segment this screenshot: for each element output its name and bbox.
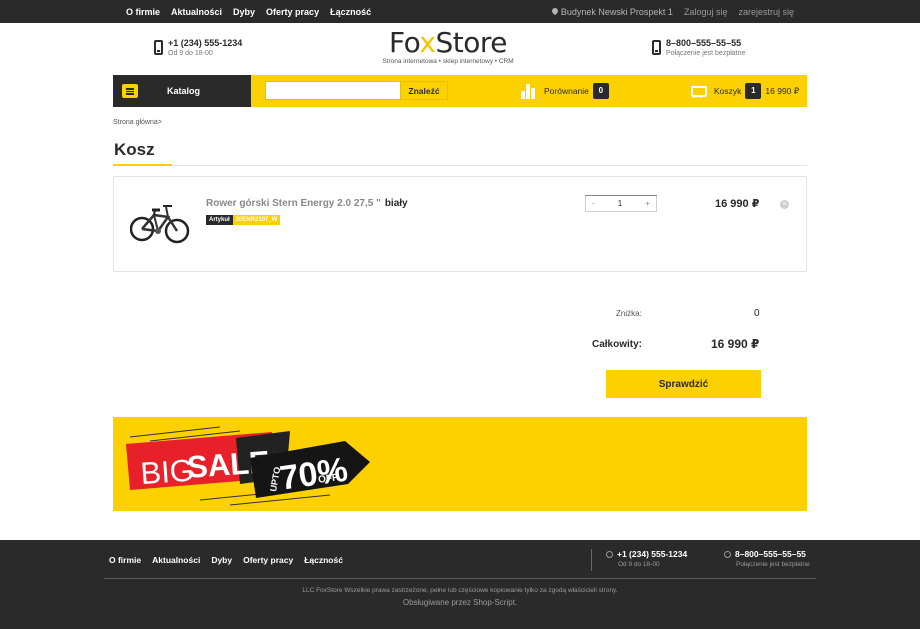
cart-total: 16 990 ₽ <box>765 85 800 96</box>
sku-value: 20ENR2107_W <box>232 215 281 225</box>
top-nav-oferty-pracy[interactable]: Oferty pracy <box>266 7 319 17</box>
site-logo[interactable]: FoxStore Strona internetowa • sklep inte… <box>370 28 526 66</box>
footer-nav-o-firmie[interactable]: O firmie <box>109 555 141 565</box>
banner-percent-text: 70% <box>277 451 350 498</box>
copyright-text: LLC FoxStore Wszelkie prawa zastrzeżone,… <box>302 587 618 594</box>
quantity-increase-button[interactable]: + <box>645 199 650 208</box>
product-name: Rower górski Stern Energy 2.0 27,5 " <box>206 198 381 209</box>
footer-hotline-number[interactable]: 8–800–555–55–55 <box>735 549 806 559</box>
compare-count-badge: 0 <box>592 83 609 99</box>
cart-link[interactable]: Koszyk 1 16 990 ₽ <box>688 75 799 107</box>
title-divider <box>113 165 807 166</box>
sku-label: Artykuł <box>206 215 233 225</box>
remove-item-icon[interactable]: × <box>780 200 789 209</box>
search-input[interactable] <box>265 81 401 100</box>
cart-label: Koszyk <box>714 86 742 96</box>
page-title: Kosz <box>114 140 155 159</box>
header-phone-hours: Od 9 do 18-00 <box>168 50 213 57</box>
product-sku: Artykuł 20ENR2107_W <box>206 215 281 225</box>
discount-value: 0 <box>754 308 760 319</box>
item-price: 16 990 ₽ <box>715 198 760 210</box>
product-name-link[interactable]: Rower górski Stern Energy 2.0 27,5 " biał… <box>206 198 408 209</box>
quantity-stepper: - 1 + <box>585 195 657 212</box>
logo-part-fo: Fo <box>389 26 420 59</box>
top-nav-o-firmie[interactable]: O firmie <box>126 7 160 17</box>
top-nav-lacznosc[interactable]: Łączność <box>330 7 371 17</box>
phone-handset-icon <box>724 550 731 558</box>
logo-tagline: Strona internetowa • sklep internetowy •… <box>382 58 514 65</box>
footer-phone-1: +1 (234) 555-1234 Od 9 do 18-00 <box>606 549 687 568</box>
header-phone-right: 8–800–555–55–55 Połączenie jest bezpłatn… <box>652 38 745 58</box>
top-nav-aktualnosci[interactable]: Aktualności <box>171 7 222 17</box>
top-right: Budynek Newski Prospekt 1 Zaloguj się za… <box>552 0 794 23</box>
footer-hotline-note: Połączenie jest bezpłatne <box>736 561 810 568</box>
breadcrumb[interactable]: Strona główna> <box>113 119 162 126</box>
mobile-phone-icon <box>154 40 163 55</box>
discount-label: Zniżka: <box>616 309 642 318</box>
sale-banner[interactable]: BIG SALE UPTO 70% OFF <box>113 417 807 511</box>
cart-count-badge: 1 <box>745 83 762 99</box>
header-phone-left: +1 (234) 555-1234 Od 9 do 18-00 <box>154 38 242 58</box>
login-link[interactable]: Zaloguj się <box>684 7 728 17</box>
total-label: Całkowity: <box>592 339 643 350</box>
hotline-note: Połączenie jest bezpłatne <box>666 50 746 57</box>
footer-nav: O firmie Aktualności Dyby Oferty pracy Ł… <box>109 555 343 565</box>
store-address[interactable]: Budynek Newski Prospekt 1 <box>552 7 673 17</box>
footer-divider <box>104 578 816 579</box>
store-address-text: Budynek Newski Prospekt 1 <box>560 6 673 17</box>
logo-text: FoxStore <box>370 28 526 58</box>
main-navbar: Katalog Znaleźć Porównanie 0 Koszyk 1 16… <box>113 75 807 107</box>
compare-link[interactable]: Porównanie 0 <box>521 75 609 107</box>
powered-by-link[interactable]: Obsługiwane przez Shop-Script. <box>0 598 920 607</box>
top-bar: O firmie Aktualności Dyby Oferty pracy Ł… <box>0 0 920 23</box>
footer-phone-number[interactable]: +1 (234) 555-1234 <box>617 549 687 559</box>
logo-part-store: Store <box>435 26 507 59</box>
footer-nav-oferty-pracy[interactable]: Oferty pracy <box>243 555 293 565</box>
top-nav: O firmie Aktualności Dyby Oferty pracy Ł… <box>126 0 371 23</box>
footer-nav-aktualnosci[interactable]: Aktualności <box>152 555 200 565</box>
footer-phone-hours: Od 9 do 18-00 <box>618 561 660 568</box>
checkout-button[interactable]: Sprawdzić <box>606 370 761 398</box>
compare-label: Porównanie <box>544 86 589 96</box>
title-accent-underline <box>113 164 172 166</box>
catalog-label: Katalog <box>167 86 201 96</box>
logo-part-x: x <box>419 26 436 59</box>
register-link[interactable]: zarejestruj się <box>738 7 794 17</box>
total-value: 16 990 ₽ <box>711 337 760 351</box>
header-phone-number[interactable]: +1 (234) 555-1234 <box>168 38 242 49</box>
footer-nav-lacznosc[interactable]: Łączność <box>304 555 343 565</box>
quantity-value[interactable]: 1 <box>618 199 622 208</box>
bicycle-product-image[interactable] <box>130 191 190 251</box>
hotline-number[interactable]: 8–800–555–55–55 <box>666 38 745 49</box>
footer-nav-dyby[interactable]: Dyby <box>211 555 232 565</box>
footer-phone-2: 8–800–555–55–55 Połączenie jest bezpłatn… <box>724 549 810 568</box>
cart-item: Rower górski Stern Energy 2.0 27,5 " biał… <box>113 176 807 272</box>
footer-separator <box>591 549 592 571</box>
catalog-button[interactable]: Katalog <box>113 75 251 107</box>
phone-handset-icon <box>606 550 613 558</box>
product-color: biały <box>384 198 408 209</box>
shopping-cart-icon <box>688 85 707 98</box>
mobile-phone-icon <box>652 40 661 55</box>
footer: O firmie Aktualności Dyby Oferty pracy Ł… <box>0 540 920 629</box>
quantity-decrease-button[interactable]: - <box>592 199 595 208</box>
search-button[interactable]: Znaleźć <box>401 81 448 100</box>
big-sale-graphic: BIG SALE UPTO 70% OFF <box>126 426 370 506</box>
compare-icon <box>521 83 535 99</box>
top-nav-dyby[interactable]: Dyby <box>233 7 255 17</box>
search-form: Znaleźć <box>265 81 448 100</box>
map-pin-icon <box>552 8 558 16</box>
hamburger-menu-icon <box>122 84 138 98</box>
